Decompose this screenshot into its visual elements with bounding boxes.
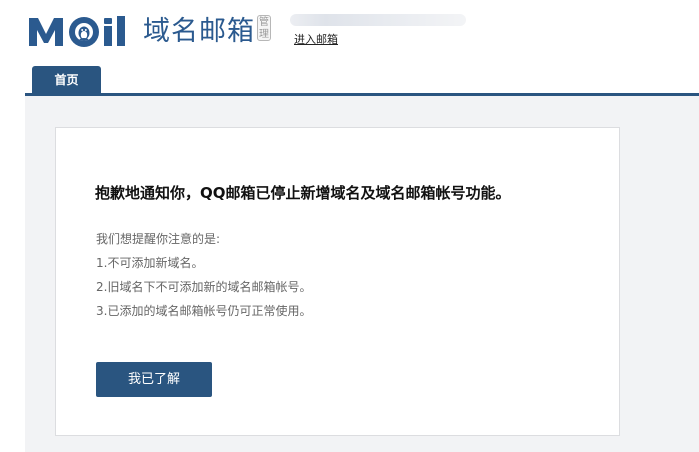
tab-home[interactable]: 首页 xyxy=(32,66,101,94)
notice-item: 2.旧域名下不可添加新的域名邮箱帐号。 xyxy=(96,280,312,294)
mail-logo-mark xyxy=(29,16,125,47)
enter-mail-link[interactable]: 进入邮箱 xyxy=(294,33,338,46)
manage-stamp-char: 理 xyxy=(259,29,269,40)
product-name: 域名邮箱 xyxy=(143,16,255,47)
tab-bar: 首页 xyxy=(25,66,699,94)
notice-item: 1.不可添加新域名。 xyxy=(96,256,204,270)
notice-item: 3.已添加的域名邮箱帐号仍可正常使用。 xyxy=(96,304,312,318)
notice-list: 我们想提醒你注意的是: 1.不可添加新域名。 2.旧域名下不可添加新的域名邮箱帐… xyxy=(96,227,311,323)
qq-penguin-icon xyxy=(78,26,90,41)
header: 域名邮箱 管 理 进入邮箱 xyxy=(0,0,699,66)
main-content: 抱歉地通知你，QQ邮箱已停止新增域名及域名邮箱帐号功能。 我们想提醒你注意的是:… xyxy=(25,96,699,452)
acknowledge-button[interactable]: 我已了解 xyxy=(96,362,212,397)
account-name-blurred xyxy=(290,14,466,26)
manage-stamp-char: 管 xyxy=(259,17,269,28)
notice-title: 抱歉地通知你，QQ邮箱已停止新增域名及域名邮箱帐号功能。 xyxy=(95,184,511,202)
mail-logo[interactable] xyxy=(29,14,135,50)
manage-stamp: 管 理 xyxy=(257,15,271,41)
notice-card: 抱歉地通知你，QQ邮箱已停止新增域名及域名邮箱帐号功能。 我们想提醒你注意的是:… xyxy=(55,127,620,436)
notice-intro: 我们想提醒你注意的是: xyxy=(96,232,221,246)
